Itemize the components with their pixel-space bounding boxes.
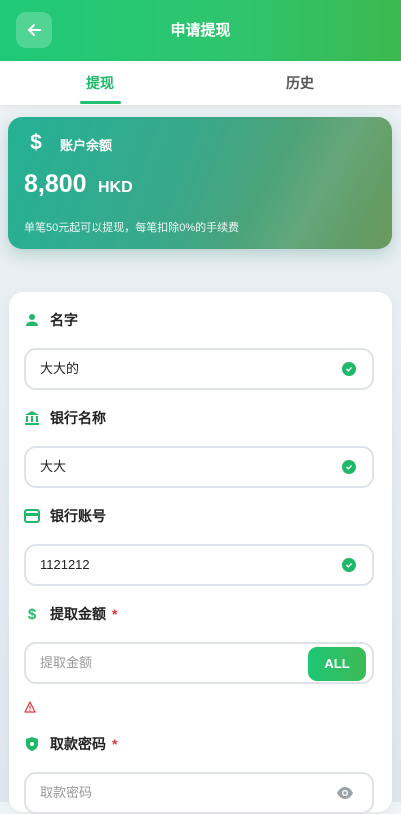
password-label-text: 取款密码 [50, 736, 106, 752]
dollar-icon: $ [30, 131, 42, 154]
password-label: 取款密码 * [24, 734, 117, 754]
name-label: 名字 [24, 310, 78, 330]
back-button[interactable] [16, 12, 52, 48]
header-bar: 申请提现 [0, 0, 401, 61]
tab-history[interactable]: 历史 [200, 61, 400, 105]
tab-withdraw[interactable]: 提现 [0, 61, 200, 105]
bank-name-label-text: 银行名称 [50, 410, 106, 426]
amount-field[interactable]: 提取金额 ALL [24, 642, 374, 684]
name-label-text: 名字 [50, 312, 78, 328]
tab-bar: 提现 历史 [0, 61, 401, 105]
check-icon [342, 558, 356, 572]
page-title: 申请提现 [170, 22, 231, 39]
card-icon [24, 508, 40, 524]
balance-amount: 8,800 [24, 170, 87, 198]
name-value: 大大的 [40, 361, 80, 376]
bank-name-field[interactable]: 大大 [24, 446, 374, 488]
amount-label: $ 提取金额 * [24, 604, 118, 624]
balance-card: $ 账户余额 8,800 HKD 单笔50元起可以提现，每笔扣除0%的手续费 [8, 117, 392, 249]
name-field[interactable]: 大大的 [24, 348, 374, 390]
bank-icon [24, 410, 40, 426]
check-icon [342, 460, 356, 474]
bank-name-value: 大大 [40, 459, 67, 474]
arrow-left-icon [28, 24, 41, 36]
check-icon [342, 362, 356, 376]
password-field[interactable]: 取款密码 [24, 772, 374, 814]
tab-active-indicator [80, 101, 121, 104]
balance-currency: HKD [98, 179, 133, 196]
bank-account-label: 银行账号 [24, 506, 106, 526]
warning-icon [24, 701, 36, 713]
required-marker: * [112, 736, 118, 752]
withdraw-note: 单笔50元起可以提现，每笔扣除0%的手续费 [24, 222, 240, 234]
dollar-icon: $ [27, 605, 37, 623]
person-icon [24, 312, 40, 328]
required-marker: * [112, 606, 118, 622]
eye-icon[interactable] [336, 786, 354, 800]
amount-placeholder: 提取金额 [40, 655, 93, 670]
bank-name-label: 银行名称 [24, 408, 106, 428]
balance-label: 账户余额 [60, 138, 113, 153]
bank-account-label-text: 银行账号 [50, 508, 106, 524]
bank-account-value: 1121212 [40, 557, 90, 572]
bank-account-field[interactable]: 1121212 [24, 544, 374, 586]
all-button[interactable]: ALL [308, 647, 366, 681]
card-decoration [222, 117, 392, 249]
shield-icon [24, 736, 40, 752]
password-placeholder: 取款密码 [40, 785, 93, 800]
amount-label-text: 提取金额 [50, 606, 106, 622]
